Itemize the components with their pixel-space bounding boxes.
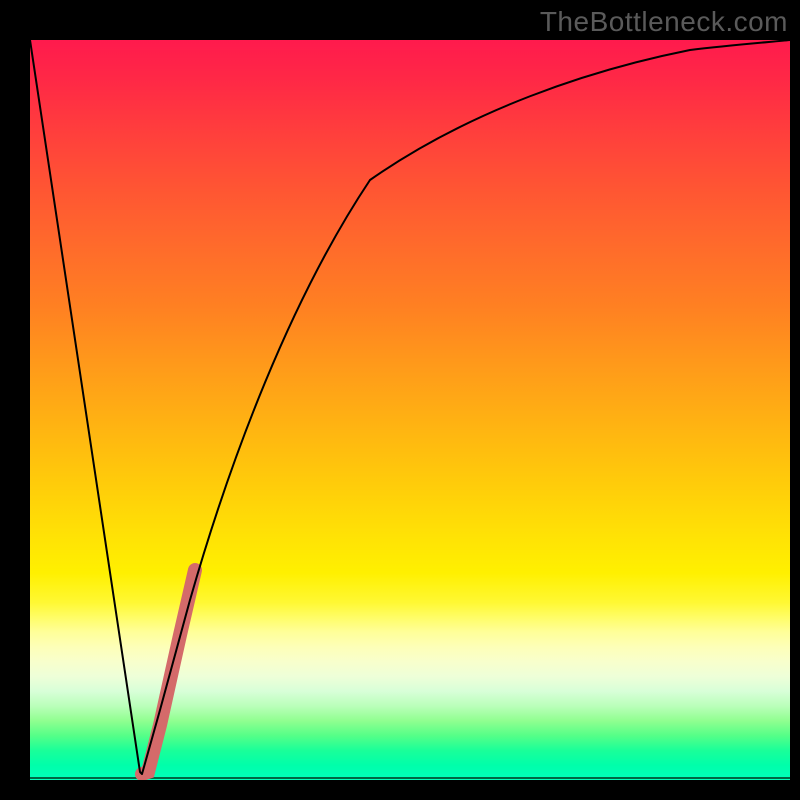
plot-area: [30, 40, 790, 780]
watermark-label: TheBottleneck.com: [540, 6, 788, 38]
chart-container: TheBottleneck.com: [0, 0, 800, 800]
chart-svg: [30, 40, 790, 780]
bottleneck-curve: [30, 40, 790, 774]
